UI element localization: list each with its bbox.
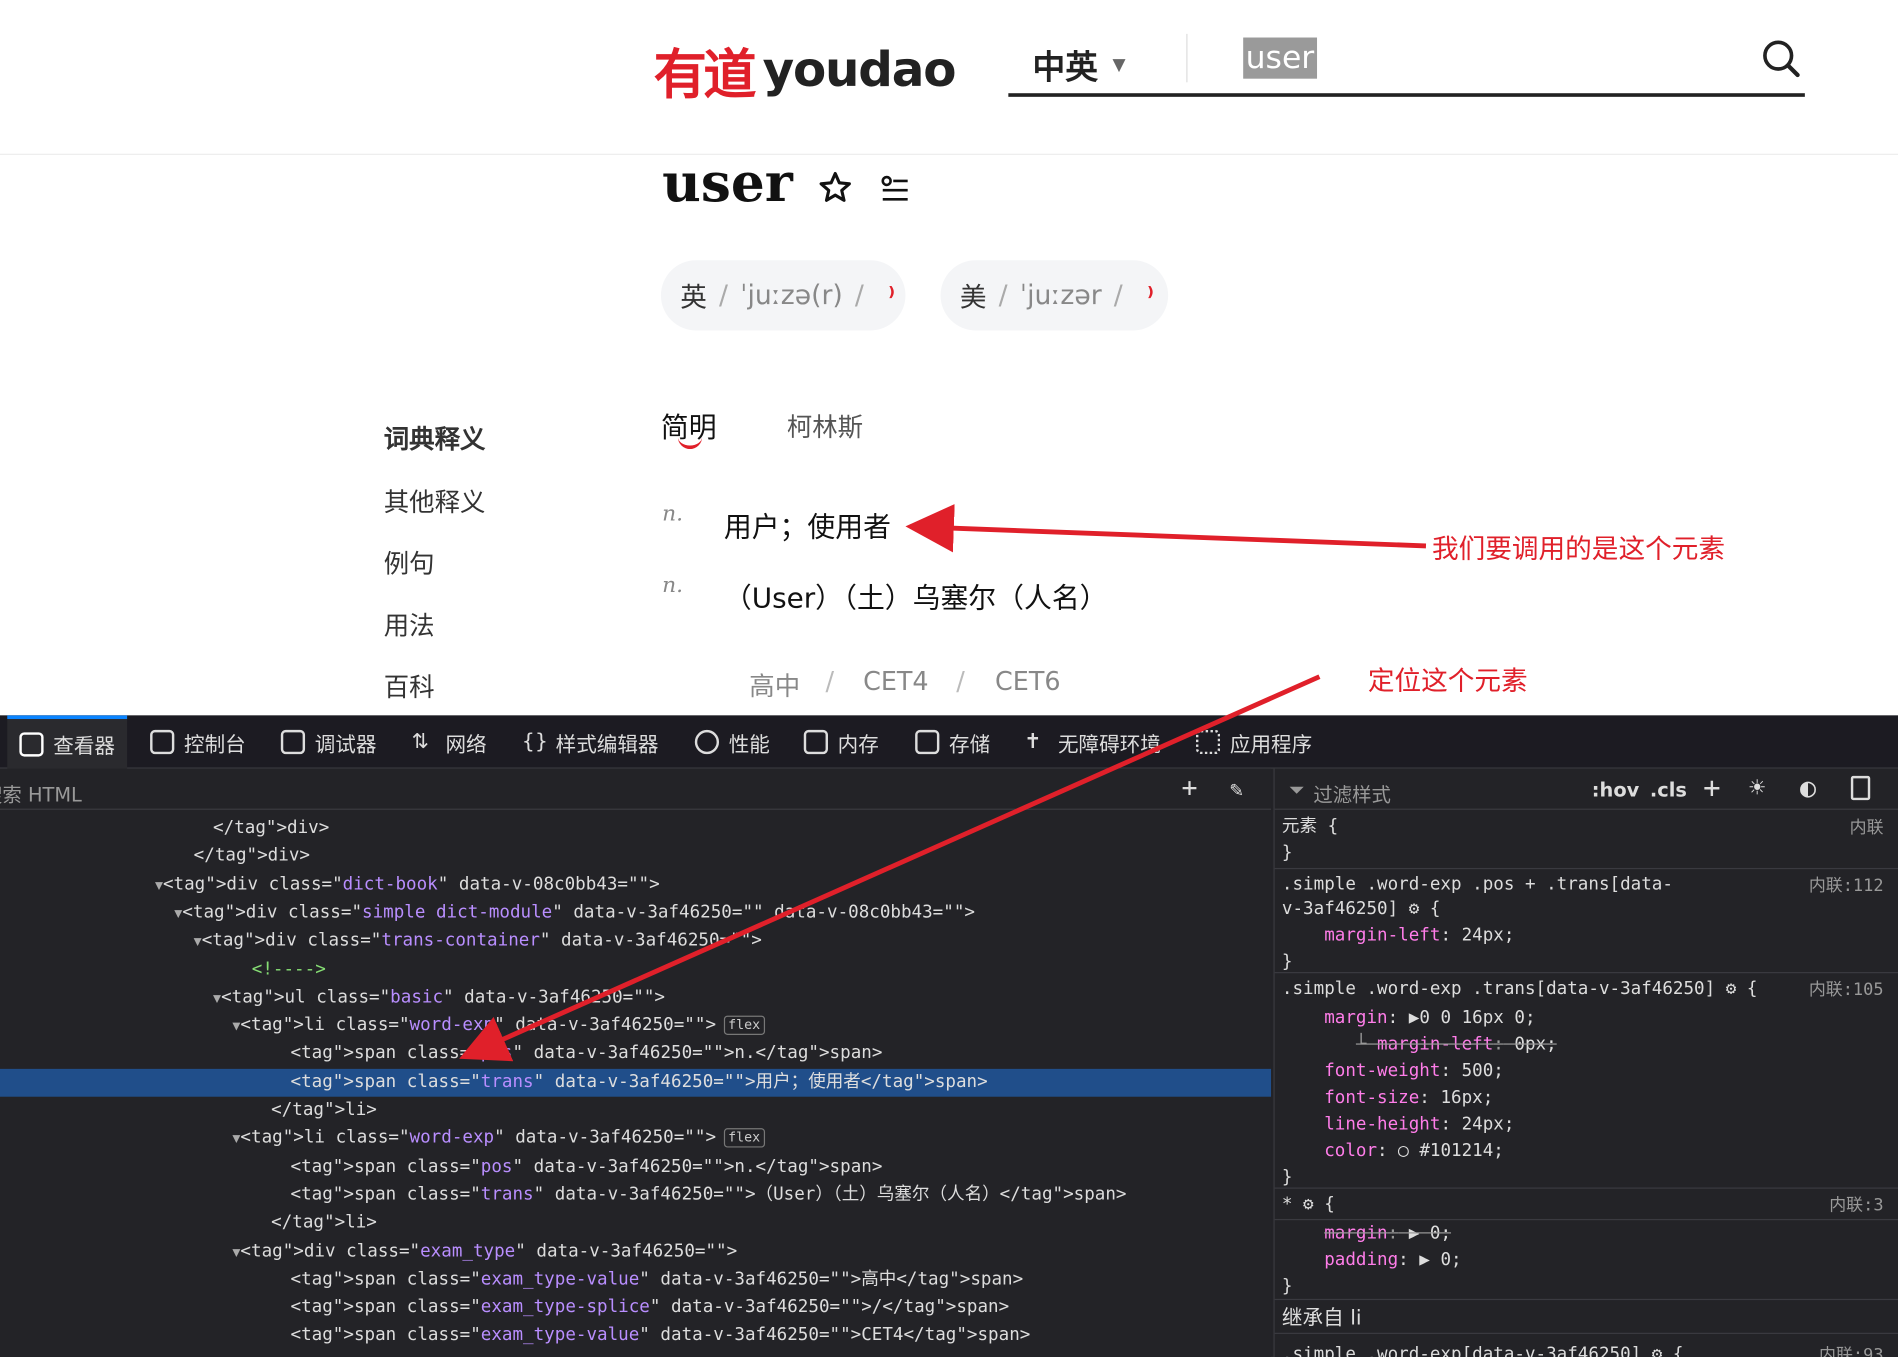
arrow-to-trans-span [459,674,1321,1062]
annotation-arrows [459,504,1427,1062]
arrow-to-definition [905,504,1427,553]
